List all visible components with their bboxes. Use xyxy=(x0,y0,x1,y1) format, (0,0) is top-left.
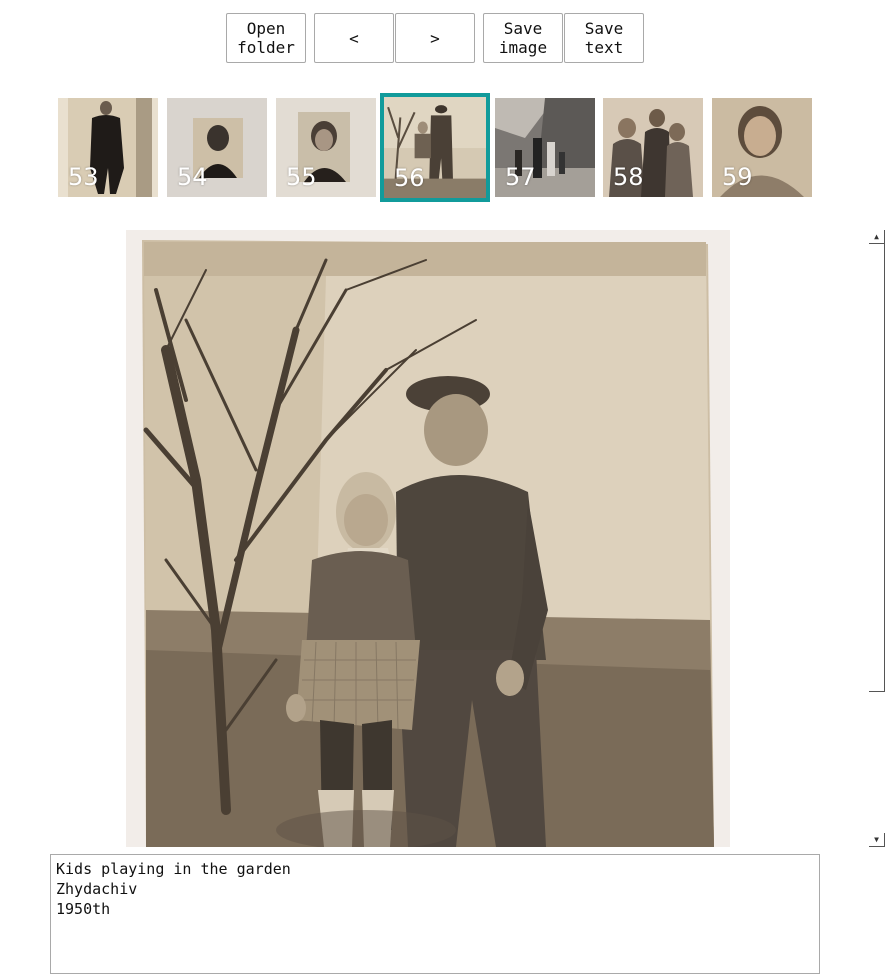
thumbnail-photo xyxy=(712,98,812,197)
previous-button[interactable]: < xyxy=(314,13,394,63)
thumbnail-55[interactable]: 55 xyxy=(276,98,376,197)
save-image-button[interactable]: Save image xyxy=(483,13,563,63)
triangle-up-icon[interactable]: ▲ xyxy=(869,230,885,244)
save-text-button[interactable]: Save text xyxy=(564,13,644,63)
thumbnail-54[interactable]: 54 xyxy=(167,98,267,197)
main-photo xyxy=(126,230,730,847)
thumbnail-58[interactable]: 58 xyxy=(603,98,703,197)
next-button[interactable]: > xyxy=(395,13,475,63)
caption-line-3: 1950th xyxy=(56,900,111,918)
thumbnail-photo xyxy=(276,98,376,197)
thumbnail-photo xyxy=(58,98,158,197)
vertical-scrollbar[interactable]: ▲ ▼ xyxy=(869,230,885,847)
thumbnail-57[interactable]: 57 xyxy=(495,98,595,197)
thumbnail-strip: 53 54 55 56 57 58 59 xyxy=(0,92,895,204)
thumbnail-53[interactable]: 53 xyxy=(58,98,158,197)
thumbnail-photo xyxy=(167,98,267,197)
scrollbar-track[interactable] xyxy=(869,244,885,692)
thumbnail-photo xyxy=(603,98,703,197)
thumbnail-56[interactable]: 56 xyxy=(380,93,490,202)
toolbar: Open folder < > Save image Save text xyxy=(0,0,895,80)
caption-text-area[interactable]: Kids playing in the garden Zhydachiv 195… xyxy=(50,854,820,974)
open-folder-button[interactable]: Open folder xyxy=(226,13,306,63)
triangle-down-icon[interactable]: ▼ xyxy=(869,833,885,847)
caption-line-1: Kids playing in the garden xyxy=(56,860,291,878)
caption-line-2: Zhydachiv xyxy=(56,880,138,898)
thumbnail-59[interactable]: 59 xyxy=(712,98,812,197)
thumbnail-photo xyxy=(384,97,486,198)
thumbnail-photo xyxy=(495,98,595,197)
main-photo-viewer xyxy=(126,230,730,847)
